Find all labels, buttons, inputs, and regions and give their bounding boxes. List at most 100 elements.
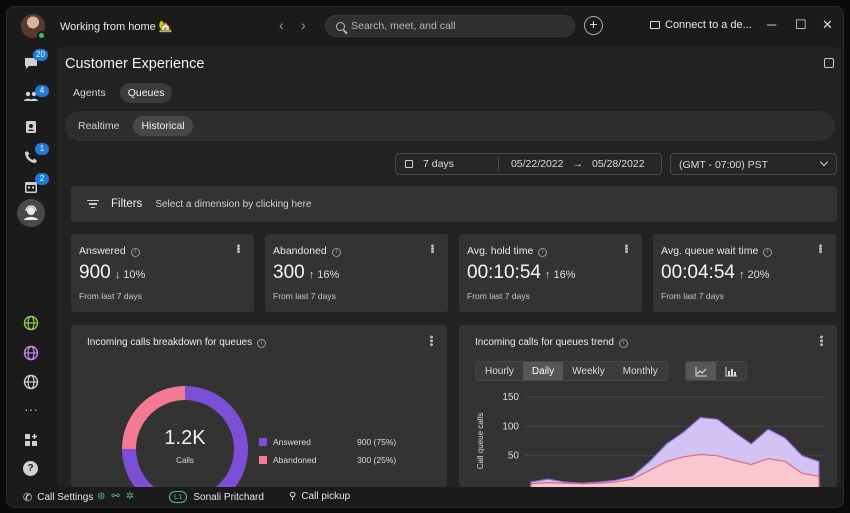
legend-value: 300 (25%) — [357, 455, 397, 465]
granularity-monthly[interactable]: Monthly — [614, 362, 667, 380]
info-icon[interactable]: i — [538, 248, 548, 257]
connect-device-label: Connect to a de... — [665, 19, 752, 31]
info-icon[interactable]: i — [331, 248, 341, 257]
device-icon — [650, 21, 660, 29]
connect-device-button[interactable]: Connect to a de... — [650, 19, 752, 31]
new-action-button[interactable]: + — [584, 16, 603, 35]
main-panel: Customer Experience Agents Queues Realti… — [57, 47, 842, 487]
globe-icon[interactable] — [23, 374, 39, 390]
line-tag: L1 — [169, 491, 188, 503]
legend-swatch — [259, 456, 267, 464]
y-axis-label: Call queue calls — [476, 413, 485, 469]
y-tick-label: 100 — [502, 421, 519, 432]
close-button[interactable]: ✕ — [822, 17, 833, 33]
divider — [497, 157, 499, 171]
tab-agents[interactable]: Agents — [65, 83, 114, 103]
end-date: 05/28/2022 — [592, 158, 645, 170]
customer-experience-nav[interactable] — [17, 199, 45, 227]
line-selector[interactable]: L1 Sonali Pritchard — [169, 491, 264, 503]
voicemail-icon[interactable]: ⊛ — [97, 491, 105, 502]
page-title: Customer Experience — [65, 56, 205, 72]
more-options-icon[interactable]: ••• — [815, 335, 827, 347]
call-pickup-button[interactable]: ⚲ Call pickup — [289, 491, 350, 502]
kpi-card-avg-hold-time: Avg. hold time i ••• 00:10:54 ↑ 16% From l… — [459, 234, 642, 312]
tab-realtime[interactable]: Realtime — [70, 116, 127, 136]
kpi-card-answered: Answered i ••• 900 ↓ 10% From last 7 days — [71, 234, 254, 312]
more-icon[interactable]: ··· — [23, 401, 39, 417]
granularity-toggle: Hourly Daily Weekly Monthly — [475, 361, 668, 381]
apps-icon[interactable] — [23, 432, 39, 448]
tab-historical[interactable]: Historical — [133, 116, 193, 136]
kpi-footnote: From last 7 days — [467, 291, 530, 301]
mode-bar: Realtime Historical — [65, 111, 835, 141]
breakdown-card: Incoming calls breakdown for queues i •••… — [71, 325, 447, 487]
kpi-card-avg-queue-wait-time: Avg. queue wait time i ••• 00:04:54 ↑ 20% … — [653, 234, 836, 312]
status-message[interactable]: Working from home 🏡 — [60, 20, 173, 33]
purple-globe-icon[interactable] — [23, 345, 39, 361]
legend-value: 900 (75%) — [357, 437, 397, 447]
kpi-value: 00:10:54 — [467, 262, 541, 283]
chart-view-toggle — [685, 361, 747, 381]
trend-card: Incoming calls for queues trend i ••• Hou… — [459, 325, 837, 487]
more-options-icon[interactable]: ••• — [232, 244, 244, 253]
line-chart-icon[interactable] — [686, 362, 716, 380]
kpi-title: Abandoned — [273, 245, 327, 257]
call-status-icons: ⊛ ⚯ ✲ — [97, 491, 140, 502]
start-date: 05/22/2022 — [510, 158, 564, 170]
call-forward-icon[interactable]: ⚯ — [111, 491, 119, 502]
filters-bar[interactable]: Filters Select a dimension by clicking h… — [71, 186, 837, 222]
bar-chart-icon[interactable] — [716, 362, 746, 380]
popout-icon[interactable] — [824, 58, 834, 68]
info-icon[interactable]: i — [618, 339, 628, 348]
donut-center-label: Calls — [176, 456, 194, 465]
more-options-icon[interactable]: ••• — [814, 244, 826, 253]
navigation-rail: 20 4 1 2 ··· ? — [7, 45, 57, 507]
search-placeholder: Search, meet, and call — [351, 20, 456, 32]
kpi-delta: 16% — [553, 269, 576, 281]
help-icon[interactable]: ? — [23, 461, 38, 476]
kpi-card-abandoned: Abandoned i ••• 300 ↑ 16% From last 7 days — [265, 234, 448, 312]
timezone-value: (GMT - 07:00) PST — [679, 159, 769, 171]
back-icon[interactable]: ‹ — [279, 17, 284, 33]
kpi-value: 00:04:54 — [661, 262, 735, 283]
contacts-icon[interactable] — [23, 119, 39, 135]
do-not-disturb-icon[interactable]: ✲ — [126, 491, 134, 502]
more-options-icon[interactable]: ••• — [620, 244, 632, 253]
maximize-button[interactable]: ☐ — [795, 17, 807, 33]
teams-badge: 4 — [35, 85, 49, 97]
title-bar: Working from home 🏡 ‹ › Search, meet, an… — [7, 7, 843, 45]
info-icon[interactable]: i — [763, 248, 773, 257]
green-globe-icon[interactable] — [23, 315, 39, 331]
more-options-icon[interactable]: ••• — [426, 244, 438, 253]
filters-label: Filters — [111, 198, 143, 210]
info-icon[interactable]: i — [130, 248, 140, 257]
minimize-button[interactable]: ─ — [767, 17, 776, 32]
call-settings-button[interactable]: ✆ Call Settings — [23, 491, 93, 504]
kpi-delta: 20% — [747, 269, 770, 281]
line-name: Sonali Pritchard — [193, 491, 264, 503]
y-tick-label: 50 — [508, 451, 520, 462]
arrow-right-icon: → — [572, 158, 584, 170]
info-icon[interactable]: i — [257, 339, 267, 348]
view-tabs: Agents Queues — [65, 83, 173, 103]
bottom-bar: ✆ Call Settings ⊛ ⚯ ✲ L1 Sonali Pritchar… — [7, 487, 843, 507]
search-input[interactable]: Search, meet, and call — [325, 15, 575, 37]
forward-icon[interactable]: › — [301, 17, 306, 33]
tab-queues[interactable]: Queues — [119, 83, 173, 103]
presence-available-icon — [37, 31, 46, 40]
kpi-footnote: From last 7 days — [79, 291, 142, 301]
granularity-hourly[interactable]: Hourly — [476, 362, 523, 380]
timezone-select[interactable]: (GMT - 07:00) PST — [670, 153, 837, 175]
filters-hint: Select a dimension by clicking here — [155, 198, 312, 210]
more-options-icon[interactable]: ••• — [425, 335, 437, 347]
date-range-picker[interactable]: 7 days 05/22/2022 → 05/28/2022 — [395, 153, 662, 175]
kpi-delta: 10% — [123, 269, 146, 281]
kpi-delta: 16% — [317, 269, 340, 281]
kpi-footnote: From last 7 days — [661, 291, 724, 301]
agent-icon — [24, 205, 38, 220]
app-window: Working from home 🏡 ‹ › Search, meet, an… — [6, 6, 844, 508]
kpi-footnote: From last 7 days — [273, 291, 336, 301]
legend-label: Abandoned — [273, 455, 317, 465]
granularity-weekly[interactable]: Weekly — [563, 362, 614, 380]
granularity-daily[interactable]: Daily — [522, 362, 564, 380]
